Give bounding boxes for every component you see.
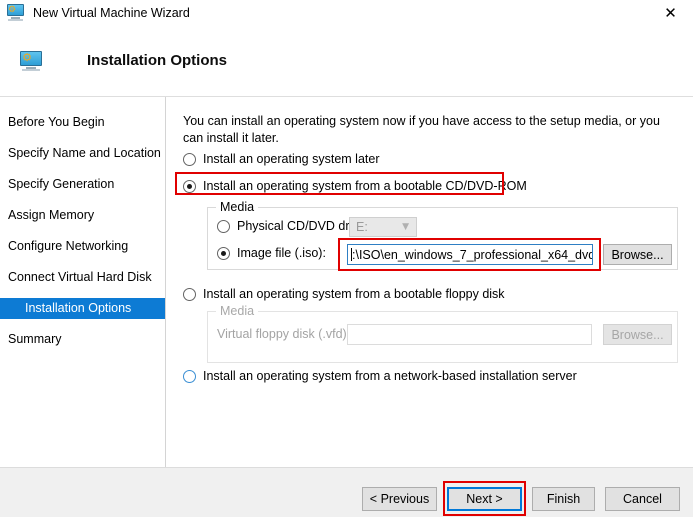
radio-install-later[interactable]: Install an operating system later: [183, 152, 379, 166]
sidebar-item-specify-name-and-location[interactable]: Specify Name and Location: [0, 143, 165, 164]
radio-indicator: [183, 180, 196, 193]
radio-indicator: [183, 288, 196, 301]
radio-install-from-network-label: Install an operating system from a netwo…: [203, 369, 577, 383]
sidebar-item-before-you-begin[interactable]: Before You Begin: [0, 112, 165, 133]
sidebar-item-configure-networking[interactable]: Configure Networking: [0, 236, 165, 257]
sidebar-item-connect-virtual-hard-disk[interactable]: Connect Virtual Hard Disk: [0, 267, 165, 288]
virtual-machine-monitor-icon: ⚙: [7, 4, 24, 21]
radio-indicator: [217, 247, 230, 260]
sidebar-item-summary[interactable]: Summary: [0, 329, 165, 350]
browse-floppy-button: Browse...: [603, 324, 672, 345]
window-title: New Virtual Machine Wizard: [33, 6, 190, 20]
finish-button[interactable]: Finish: [532, 487, 595, 511]
page-title: Installation Options: [87, 52, 227, 69]
media-groupbox-cd-legend: Media: [216, 200, 258, 214]
radio-install-from-floppy-label: Install an operating system from a boota…: [203, 287, 505, 301]
radio-physical-cd-dvd-drive[interactable]: Physical CD/DVD drive:: [217, 219, 369, 233]
radio-image-file[interactable]: Image file (.iso):: [217, 246, 326, 260]
virtual-machine-monitor-icon: ⚙: [20, 51, 42, 71]
radio-indicator: [183, 153, 196, 166]
image-file-path-value: :\ISO\en_windows_7_professional_x64_dvd_…: [352, 248, 593, 262]
cancel-button[interactable]: Cancel: [605, 487, 680, 511]
virtual-floppy-disk-label: Virtual floppy disk (.vfd):: [217, 327, 350, 341]
window-titlebar: ⚙ New Virtual Machine Wizard ✕: [0, 0, 693, 25]
close-icon[interactable]: ✕: [648, 0, 693, 25]
previous-button[interactable]: < Previous: [362, 487, 437, 511]
main-content-panel: You can install an operating system now …: [166, 97, 693, 467]
physical-drive-select[interactable]: E: ▼: [349, 217, 417, 237]
sidebar-item-specify-generation[interactable]: Specify Generation: [0, 174, 165, 195]
radio-install-from-cd-dvd-label: Install an operating system from a boota…: [203, 179, 527, 193]
media-groupbox-floppy-legend: Media: [216, 304, 258, 318]
radio-install-later-label: Install an operating system later: [203, 152, 379, 166]
radio-indicator: [183, 370, 196, 383]
radio-install-from-floppy[interactable]: Install an operating system from a boota…: [183, 287, 505, 301]
radio-indicator: [217, 220, 230, 233]
image-file-label: Image file (.iso):: [237, 246, 326, 260]
radio-install-from-cd-dvd[interactable]: Install an operating system from a boota…: [183, 179, 527, 193]
wizard-footer: < Previous Next > Finish Cancel: [0, 467, 693, 517]
radio-install-from-network[interactable]: Install an operating system from a netwo…: [183, 369, 577, 383]
sidebar-item-installation-options[interactable]: Installation Options: [0, 298, 165, 319]
wizard-steps-sidebar: Before You Begin Specify Name and Locati…: [0, 97, 166, 467]
browse-image-file-button[interactable]: Browse...: [603, 244, 672, 265]
physical-drive-selected-value: E:: [350, 220, 368, 234]
installation-description: You can install an operating system now …: [183, 113, 668, 147]
page-header: ⚙ Installation Options: [0, 25, 693, 97]
sidebar-item-assign-memory[interactable]: Assign Memory: [0, 205, 165, 226]
next-button[interactable]: Next >: [447, 487, 522, 511]
image-file-path-input[interactable]: :\ISO\en_windows_7_professional_x64_dvd_…: [347, 244, 593, 265]
virtual-floppy-disk-input[interactable]: [347, 324, 592, 345]
chevron-down-icon: ▼: [402, 222, 409, 232]
